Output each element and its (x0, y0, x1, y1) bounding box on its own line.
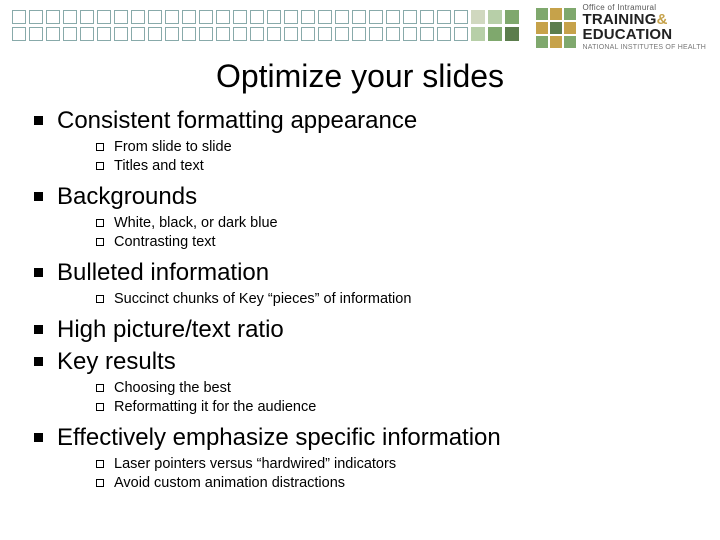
slide-body: Consistent formatting appearanceFrom sli… (34, 104, 700, 499)
bullet-hollow-square-icon (96, 403, 104, 411)
list-item: Consistent formatting appearance (34, 106, 700, 136)
sub-list-item: Contrasting text (96, 233, 700, 252)
list-item: Bulleted information (34, 258, 700, 288)
logo-title: TRAINING& (582, 12, 706, 27)
sub-list-item-text: Contrasting text (114, 233, 216, 252)
sub-list-item: Avoid custom animation distractions (96, 474, 700, 493)
sub-list-item: White, black, or dark blue (96, 214, 700, 233)
bullet-hollow-square-icon (96, 295, 104, 303)
list-item-text: Consistent formatting appearance (57, 106, 417, 136)
sub-list-item-text: Succinct chunks of Key “pieces” of infor… (114, 290, 411, 309)
sub-list: Laser pointers versus “hardwired” indica… (96, 455, 700, 493)
list-item: High picture/text ratio (34, 315, 700, 345)
bullet-hollow-square-icon (96, 143, 104, 151)
org-logo: Office of Intramural TRAINING& EDUCATION… (536, 4, 706, 51)
sub-list-item: Titles and text (96, 157, 700, 176)
sub-list-item-text: Choosing the best (114, 379, 231, 398)
slide: Office of Intramural TRAINING& EDUCATION… (0, 0, 720, 540)
list-item-text: Effectively emphasize specific informati… (57, 423, 501, 453)
list-item: Effectively emphasize specific informati… (34, 423, 700, 453)
list-item-text: High picture/text ratio (57, 315, 284, 345)
list-item: Backgrounds (34, 182, 700, 212)
bullet-hollow-square-icon (96, 238, 104, 246)
list-item-text: Bulleted information (57, 258, 269, 288)
sub-list-item-text: White, black, or dark blue (114, 214, 278, 233)
bullet-hollow-square-icon (96, 479, 104, 487)
logo-word-education: EDUCATION (582, 27, 706, 42)
bullet-square-icon (34, 268, 43, 277)
sub-list-item-text: Laser pointers versus “hardwired” indica… (114, 455, 396, 474)
sub-list: From slide to slideTitles and text (96, 138, 700, 176)
sub-list-item-text: Reformatting it for the audience (114, 398, 316, 417)
bullet-hollow-square-icon (96, 219, 104, 227)
sub-list-item: From slide to slide (96, 138, 700, 157)
list-item: Key results (34, 347, 700, 377)
sub-list-item-text: Avoid custom animation distractions (114, 474, 345, 493)
bullet-square-icon (34, 357, 43, 366)
bullet-square-icon (34, 116, 43, 125)
bullet-square-icon (34, 192, 43, 201)
sub-list-item-text: Titles and text (114, 157, 204, 176)
bullet-hollow-square-icon (96, 384, 104, 392)
bullet-hollow-square-icon (96, 460, 104, 468)
bullet-square-icon (34, 325, 43, 334)
logo-subtitle: NATIONAL INSTITUTES OF HEALTH (582, 44, 706, 51)
bullet-square-icon (34, 433, 43, 442)
list-item-text: Key results (57, 347, 176, 377)
sub-list-item: Laser pointers versus “hardwired” indica… (96, 455, 700, 474)
sub-list: White, black, or dark blueContrasting te… (96, 214, 700, 252)
header-decorative-grid (12, 10, 519, 41)
sub-list-item-text: From slide to slide (114, 138, 232, 157)
slide-title: Optimize your slides (0, 58, 720, 95)
logo-icon (536, 8, 576, 48)
bullet-hollow-square-icon (96, 162, 104, 170)
sub-list-item: Choosing the best (96, 379, 700, 398)
sub-list: Succinct chunks of Key “pieces” of infor… (96, 290, 700, 309)
sub-list-item: Succinct chunks of Key “pieces” of infor… (96, 290, 700, 309)
list-item-text: Backgrounds (57, 182, 197, 212)
sub-list-item: Reformatting it for the audience (96, 398, 700, 417)
sub-list: Choosing the bestReformatting it for the… (96, 379, 700, 417)
